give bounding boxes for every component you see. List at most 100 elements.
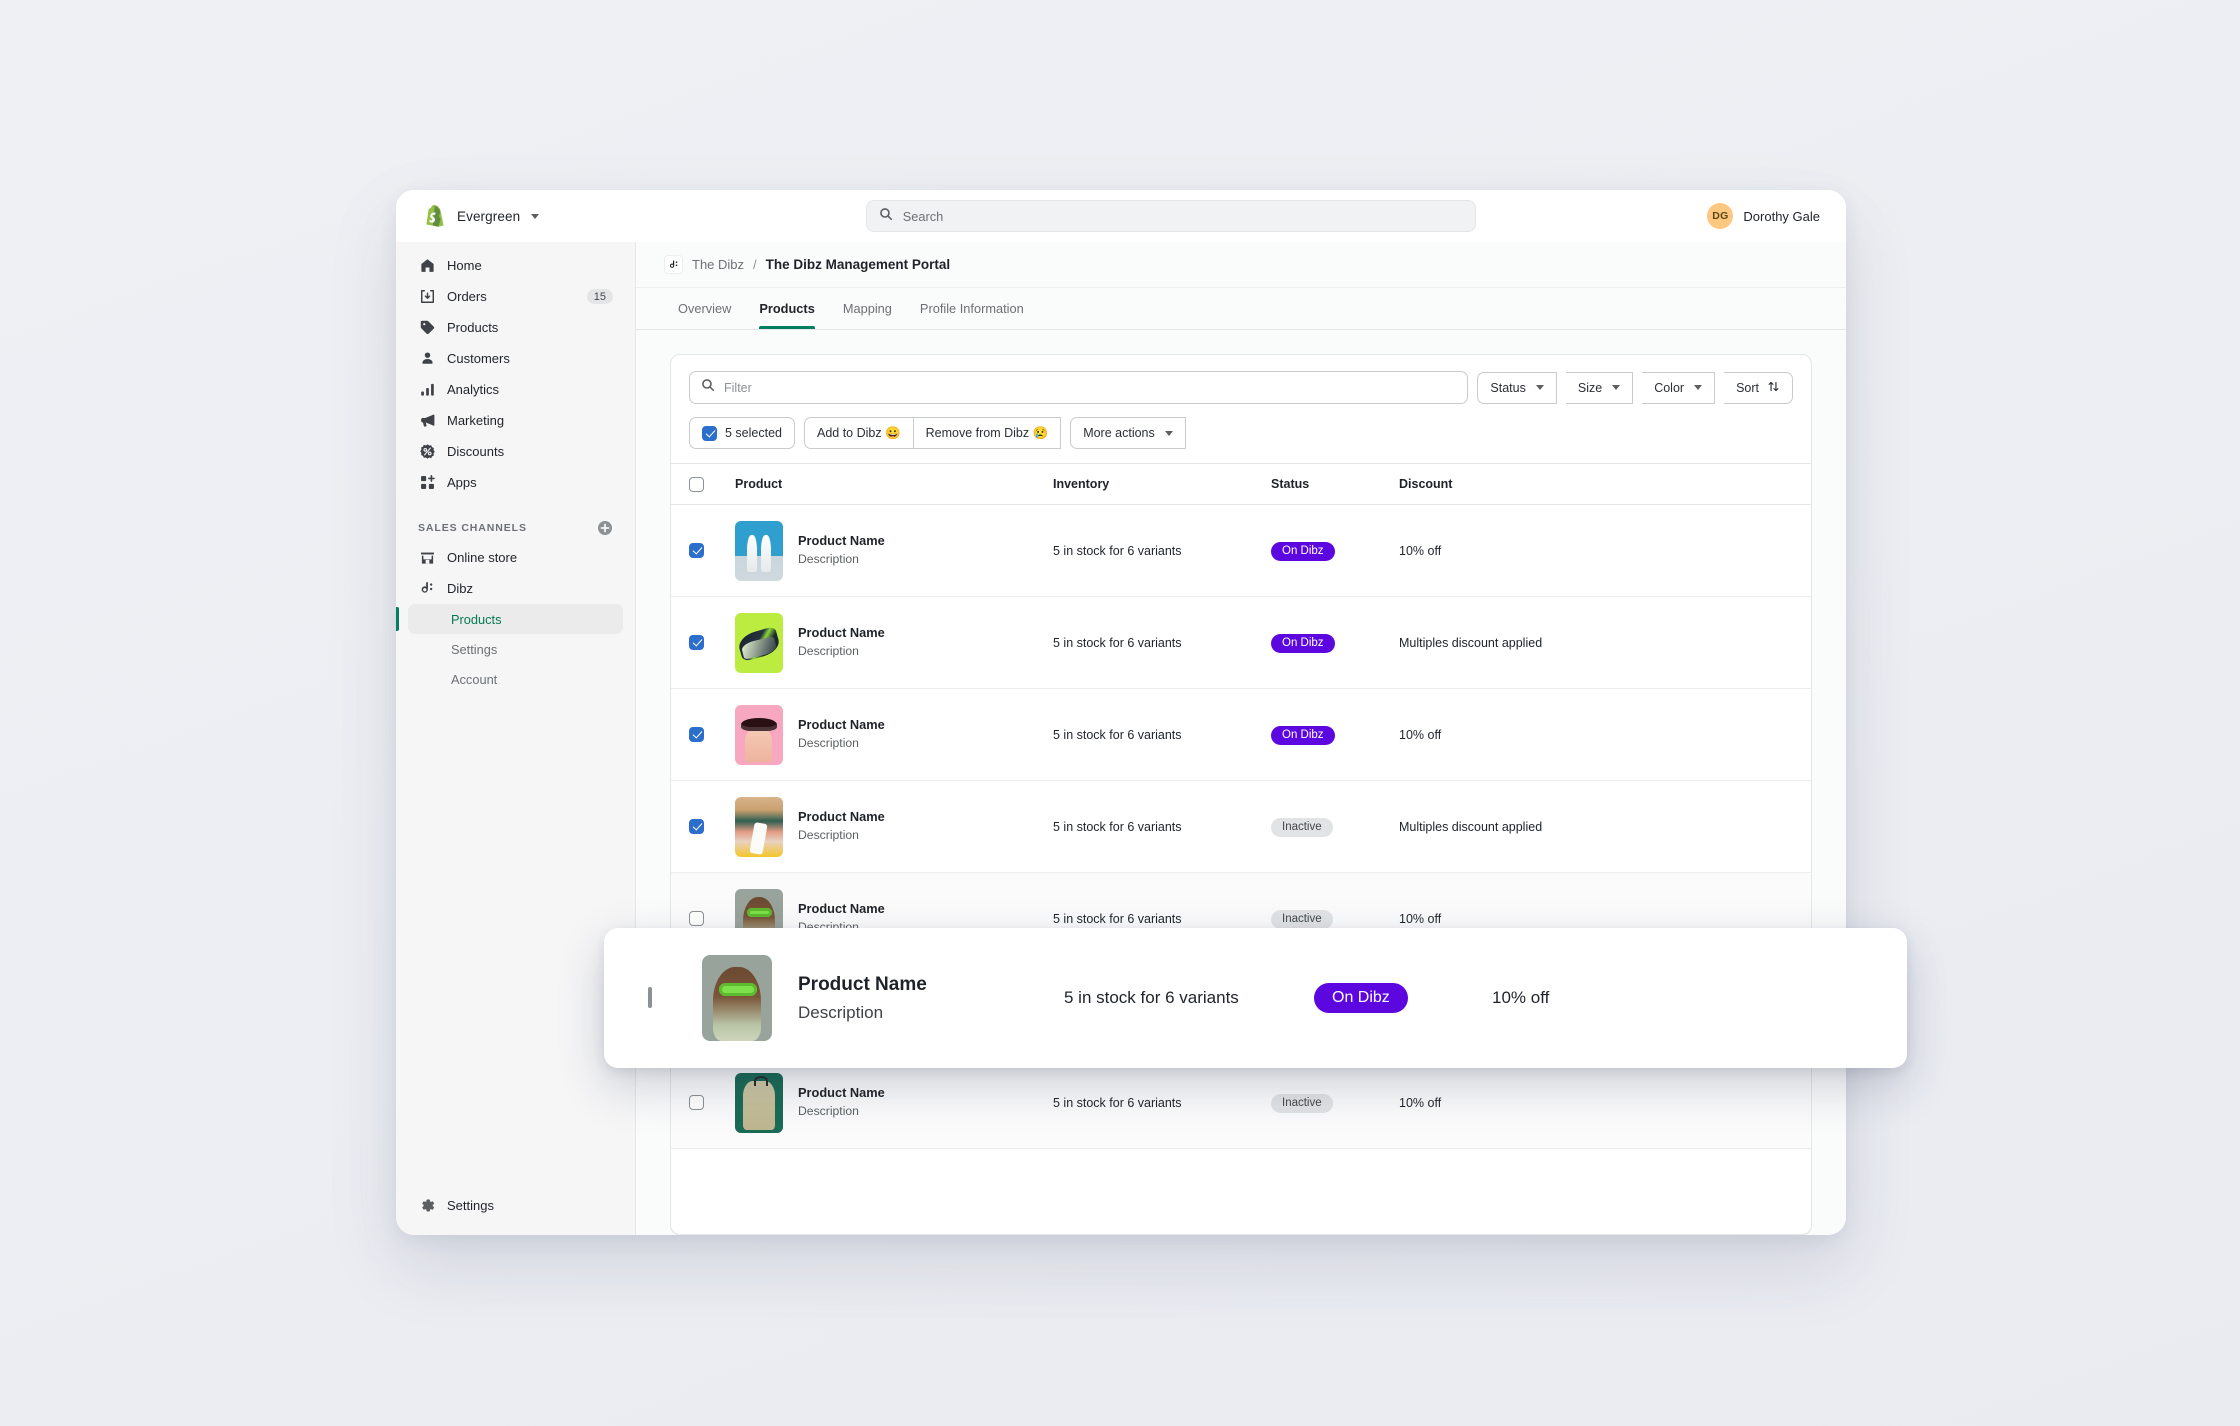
- search-input[interactable]: Search: [866, 200, 1476, 232]
- sidebar-subitem-account[interactable]: Account: [408, 664, 623, 694]
- sidebar-item-apps[interactable]: Apps: [408, 467, 623, 498]
- row-checkbox[interactable]: [689, 819, 704, 834]
- status-filter-dropdown[interactable]: Status: [1477, 372, 1556, 404]
- sidebar-item-marketing[interactable]: Marketing: [408, 405, 623, 436]
- sort-button[interactable]: Sort: [1724, 372, 1793, 404]
- product-cell: Product NameDescription: [735, 1073, 1053, 1133]
- add-to-dibz-button[interactable]: Add to Dibz 😀: [804, 417, 914, 449]
- sidebar-subitem-settings[interactable]: Settings: [408, 634, 623, 664]
- sidebar-channel-online-store[interactable]: Online store: [408, 542, 623, 573]
- top-bar: Evergreen Search DG Dorothy Gale: [396, 190, 1846, 242]
- sidebar-item-analytics[interactable]: Analytics: [408, 374, 623, 405]
- size-filter-dropdown[interactable]: Size: [1566, 372, 1633, 404]
- row-checkbox[interactable]: [689, 543, 704, 558]
- breadcrumb-separator: /: [753, 257, 757, 272]
- sidebar-item-home[interactable]: Home: [408, 250, 623, 281]
- status-cell: Inactive: [1271, 1093, 1399, 1113]
- selected-count-button[interactable]: 5 selected: [689, 417, 795, 449]
- sidebar-item-discounts[interactable]: Discounts: [408, 436, 623, 467]
- user-menu[interactable]: DG Dorothy Gale: [1707, 203, 1826, 229]
- sidebar-item-orders[interactable]: Orders15: [408, 281, 623, 312]
- row-checkbox[interactable]: [689, 635, 704, 650]
- product-description: Description: [798, 551, 885, 569]
- sidebar-channel-dibz[interactable]: Dibz: [408, 573, 623, 604]
- header-checkbox-cell: [689, 477, 735, 492]
- sidebar-item-customers[interactable]: Customers: [408, 343, 623, 374]
- bulk-actions-row: 5 selected Add to Dibz 😀 Remove from Dib…: [689, 417, 1793, 449]
- overlay-status-cell: On Dibz: [1314, 983, 1492, 1013]
- search-icon: [879, 207, 893, 226]
- status-badge: On Dibz: [1271, 542, 1335, 561]
- breadcrumb-parent[interactable]: The Dibz: [692, 257, 744, 272]
- breadcrumb: The Dibz / The Dibz Management Portal: [636, 242, 1846, 288]
- table-row[interactable]: Product NameDescription5 in stock for 6 …: [671, 505, 1811, 597]
- plus-circle-icon[interactable]: [597, 520, 613, 536]
- product-name: Product Name: [798, 716, 885, 735]
- filter-input[interactable]: Filter: [689, 371, 1468, 404]
- sidebar-item-label: Discounts: [447, 444, 504, 459]
- column-header-discount: Discount: [1399, 477, 1793, 491]
- sidebar-channel-label: Online store: [447, 550, 517, 565]
- overlay-product-text: Product Name Description: [772, 971, 1064, 1025]
- discount-cell: 10% off: [1399, 912, 1793, 926]
- product-cell: Product NameDescription: [735, 613, 1053, 673]
- tab-overview[interactable]: Overview: [664, 287, 745, 329]
- inventory-cell: 5 in stock for 6 variants: [1053, 912, 1271, 926]
- sidebar-subitem-products[interactable]: Products: [408, 604, 623, 634]
- status-badge: Inactive: [1271, 1094, 1333, 1113]
- product-cell: Product NameDescription: [735, 521, 1053, 581]
- sales-channels-nav: Online store Dibz: [396, 542, 635, 604]
- more-actions-button[interactable]: More actions: [1070, 417, 1186, 449]
- row-checkbox[interactable]: [689, 727, 704, 742]
- toolbar: Filter Status Size: [671, 355, 1811, 449]
- chevron-down-icon: [1694, 385, 1702, 390]
- tab-bar: Overview Products MappingProfile Informati…: [636, 288, 1846, 330]
- search-icon: [701, 378, 715, 397]
- sort-label: Sort: [1736, 381, 1759, 395]
- discount-cell: 10% off: [1399, 728, 1793, 742]
- sidebar-item-products[interactable]: Products: [408, 312, 623, 343]
- sales-channels-header: SALES CHANNELS: [408, 516, 623, 540]
- analytics-bars-icon: [418, 381, 436, 399]
- orders-inbox-icon: [418, 288, 436, 306]
- overlay-product-description: Description: [798, 1000, 1064, 1026]
- product-thumbnail: [735, 705, 783, 765]
- sidebar-subitem-label: Settings: [451, 642, 497, 657]
- dibz-subnav: Products Settings Account: [396, 604, 635, 694]
- search-placeholder: Search: [903, 209, 944, 224]
- row-checkbox-cell: [689, 727, 735, 742]
- store-switcher[interactable]: Evergreen: [416, 204, 634, 229]
- color-filter-dropdown[interactable]: Color: [1642, 372, 1715, 404]
- dragged-product-card[interactable]: Product Name Description 5 in stock for …: [604, 928, 1907, 1068]
- table-row[interactable]: Product NameDescription5 in stock for 6 …: [671, 689, 1811, 781]
- tab-mapping[interactable]: Mapping: [829, 287, 906, 329]
- sidebar-item-label: Customers: [447, 351, 510, 366]
- inventory-cell: 5 in stock for 6 variants: [1053, 820, 1271, 834]
- discount-cell: 10% off: [1399, 1096, 1793, 1110]
- overlay-checkbox-cell: [648, 989, 702, 1007]
- status-cell: On Dibz: [1271, 541, 1399, 561]
- product-name: Product Name: [798, 808, 885, 827]
- tab-label: Products: [759, 301, 814, 316]
- select-all-checkbox[interactable]: [702, 426, 717, 441]
- main-area: The Dibz / The Dibz Management Portal Ov…: [636, 242, 1846, 1235]
- tab-profile-information[interactable]: Profile Information: [906, 287, 1038, 329]
- overlay-row-checkbox[interactable]: [648, 987, 652, 1008]
- row-checkbox[interactable]: [689, 1095, 704, 1110]
- tab-products[interactable]: Products: [745, 287, 828, 329]
- dibz-logo-icon: [664, 255, 683, 274]
- row-checkbox-cell: [689, 1095, 735, 1110]
- remove-from-dibz-button[interactable]: Remove from Dibz 😢: [914, 417, 1062, 449]
- product-thumbnail: [735, 613, 783, 673]
- table-row[interactable]: Product NameDescription5 in stock for 6 …: [671, 597, 1811, 689]
- table-row[interactable]: Product NameDescription5 in stock for 6 …: [671, 1057, 1811, 1149]
- row-checkbox[interactable]: [689, 911, 704, 926]
- selected-count-label: 5 selected: [725, 426, 782, 440]
- table-row[interactable]: Product NameDescription5 in stock for 6 …: [671, 781, 1811, 873]
- sidebar-item-settings[interactable]: Settings: [408, 1190, 623, 1221]
- select-all-rows-checkbox[interactable]: [689, 477, 704, 492]
- table-header: Product Inventory Status Discount: [671, 463, 1811, 505]
- home-icon: [418, 257, 436, 275]
- product-cell: Product NameDescription: [735, 797, 1053, 857]
- customer-person-icon: [418, 350, 436, 368]
